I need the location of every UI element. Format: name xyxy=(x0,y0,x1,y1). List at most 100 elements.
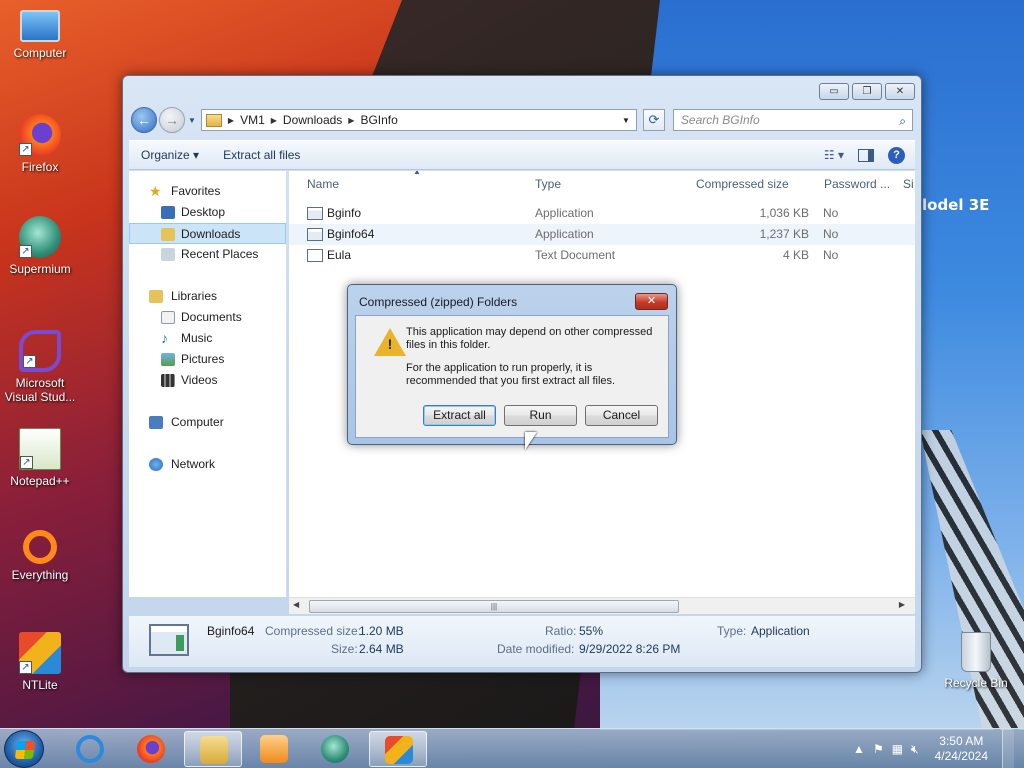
command-bar: Organize ▾ Extract all files ☷ ▾ ? xyxy=(129,140,915,170)
show-hidden-icons-icon[interactable]: ▲ xyxy=(853,742,865,756)
desktop-icon-notepadpp[interactable]: ↗ Notepad++ xyxy=(0,428,80,488)
nav-libraries[interactable]: Libraries xyxy=(129,286,286,307)
breadcrumb-downloads[interactable]: Downloads xyxy=(283,113,342,127)
file-row[interactable]: Eula Text Document 4 KB No xyxy=(289,245,915,266)
file-row[interactable]: Bginfo Application 1,036 KB No xyxy=(289,203,915,224)
clock[interactable]: 3:50 AM 4/24/2024 xyxy=(935,734,988,764)
desktop-icon-recycle-bin[interactable]: Recycle Bin xyxy=(936,632,1016,690)
shortcut-arrow-icon: ↗ xyxy=(19,661,32,674)
taskbar-file-explorer[interactable] xyxy=(184,731,242,767)
breadcrumb-vm1[interactable]: VM1 xyxy=(240,113,265,127)
extract-all-button[interactable]: Extract all xyxy=(423,405,496,426)
chevron-right-icon[interactable]: ▶ xyxy=(348,116,354,125)
nav-favorites[interactable]: ★ Favorites xyxy=(129,181,286,202)
music-icon: ♪ xyxy=(161,330,168,346)
shortcut-arrow-icon: ↗ xyxy=(20,456,33,469)
desktop-icon-visual-studio[interactable]: ↗ Microsoft Visual Stud... xyxy=(0,330,80,404)
column-extra[interactable]: Si xyxy=(903,177,914,191)
search-icon[interactable]: ⌕ xyxy=(899,111,906,131)
breadcrumb-bginfo[interactable]: BGInfo xyxy=(360,113,397,127)
desktop-icon-computer[interactable]: Computer xyxy=(0,10,80,60)
file-type: Application xyxy=(535,227,594,241)
desktop-icon-firefox[interactable]: ↗ Firefox xyxy=(0,114,80,174)
taskbar-supermium[interactable] xyxy=(306,731,364,767)
scroll-left-icon[interactable]: ◀ xyxy=(293,600,299,609)
nav-network-label: Network xyxy=(171,457,216,471)
run-button[interactable]: Run xyxy=(504,405,577,426)
column-compressed-size[interactable]: Compressed size xyxy=(696,177,789,191)
recent-pages-dropdown[interactable]: ▼ xyxy=(188,116,196,125)
nav-videos[interactable]: Videos xyxy=(129,370,286,391)
nav-pictures[interactable]: Pictures xyxy=(129,349,286,370)
scrollbar-thumb[interactable]: ||| xyxy=(309,600,679,613)
column-type[interactable]: Type xyxy=(535,177,561,191)
refresh-button[interactable]: ⟳ xyxy=(642,109,665,131)
taskbar-ntlite[interactable] xyxy=(369,731,427,767)
recycle-bin-icon xyxy=(961,632,991,672)
change-view-button[interactable]: ☷ ▾ xyxy=(824,148,844,162)
downloads-folder-icon xyxy=(161,228,175,241)
forward-button[interactable]: → xyxy=(159,107,185,133)
nav-recent-places[interactable]: Recent Places xyxy=(129,244,286,265)
nav-computer[interactable]: Computer xyxy=(129,412,286,433)
action-center-flag-icon[interactable]: ⚑ xyxy=(873,742,884,756)
desktop-icon-ntlite[interactable]: ↗ NTLite xyxy=(0,632,80,692)
desktop-icon-everything[interactable]: Everything xyxy=(0,530,80,582)
recent-places-icon xyxy=(161,248,175,261)
nav-downloads[interactable]: Downloads xyxy=(129,223,286,244)
notepadpp-icon: ↗ xyxy=(19,428,61,470)
firefox-icon: ↗ xyxy=(19,114,61,156)
organize-button[interactable]: Organize ▾ xyxy=(129,148,211,162)
taskbar-firefox[interactable] xyxy=(122,731,180,767)
network-icon xyxy=(149,458,163,471)
compressed-folders-dialog: Compressed (zipped) Folders ✕ ! This app… xyxy=(347,284,677,445)
chevron-right-icon[interactable]: ▶ xyxy=(228,116,234,125)
taskbar-internet-explorer[interactable] xyxy=(61,731,119,767)
column-password[interactable]: Password ... xyxy=(824,177,890,191)
horizontal-scrollbar[interactable]: ◀ ||| ▶ xyxy=(289,597,915,614)
search-input[interactable]: Search BGInfo ⌕ xyxy=(672,109,913,131)
taskbar: ▲ ⚑ ▦ 🔇︎ 3:50 AM 4/24/2024 xyxy=(0,728,1024,768)
nav-documents[interactable]: Documents xyxy=(129,307,286,328)
nav-music[interactable]: ♪ Music xyxy=(129,328,286,349)
taskbar-media-player[interactable] xyxy=(245,731,303,767)
scroll-right-icon[interactable]: ▶ xyxy=(899,600,905,609)
maximize-button[interactable]: ❐ xyxy=(852,83,882,100)
mouse-cursor xyxy=(525,432,537,450)
volume-muted-icon[interactable]: 🔇︎ xyxy=(911,742,919,757)
chevron-right-icon[interactable]: ▶ xyxy=(271,116,277,125)
nav-desktop-label: Desktop xyxy=(181,205,226,219)
extract-all-files-button[interactable]: Extract all files xyxy=(211,148,312,162)
shortcut-arrow-icon: ↗ xyxy=(19,245,32,258)
start-button[interactable] xyxy=(4,730,44,768)
minimize-button[interactable]: ▭ xyxy=(819,83,849,100)
desktop-icon-label: Computer xyxy=(13,46,67,60)
nav-desktop[interactable]: Desktop xyxy=(129,202,286,223)
back-button[interactable]: ← xyxy=(131,107,157,133)
file-compressed-size: 1,237 KB xyxy=(759,227,809,241)
nav-network[interactable]: Network xyxy=(129,454,286,475)
nav-libraries-label: Libraries xyxy=(171,289,218,303)
network-tray-icon[interactable]: ▦ xyxy=(892,742,903,756)
text-document-icon xyxy=(307,249,323,262)
dialog-message-2: For the application to run properly, it … xyxy=(406,362,616,387)
sort-arrow-icon: ▲ xyxy=(413,171,421,176)
file-password: No xyxy=(823,248,839,262)
address-dropdown-icon[interactable]: ▼ xyxy=(622,116,630,125)
visual-studio-icon: ↗ xyxy=(19,330,61,372)
search-placeholder: Search BGInfo xyxy=(680,113,760,127)
details-ratio: 55% xyxy=(579,624,604,638)
internet-explorer-icon xyxy=(76,735,104,763)
ntlite-icon: ↗ xyxy=(19,632,61,674)
show-desktop-button[interactable] xyxy=(1002,729,1014,768)
address-bar[interactable]: ▶ VM1 ▶ Downloads ▶ BGInfo ▼ xyxy=(200,109,637,131)
help-button[interactable]: ? xyxy=(888,146,905,164)
cancel-button[interactable]: Cancel xyxy=(585,405,658,426)
column-name[interactable]: Name xyxy=(307,177,339,191)
close-button[interactable]: ✕ xyxy=(885,83,915,100)
file-row[interactable]: Bginfo64 Application 1,237 KB No xyxy=(289,224,915,245)
preview-pane-icon[interactable] xyxy=(858,148,874,162)
desktop-icon-supermium[interactable]: ↗ Supermium xyxy=(0,216,80,276)
dialog-close-button[interactable]: ✕ xyxy=(635,293,668,310)
dialog-title: Compressed (zipped) Folders xyxy=(359,295,518,309)
